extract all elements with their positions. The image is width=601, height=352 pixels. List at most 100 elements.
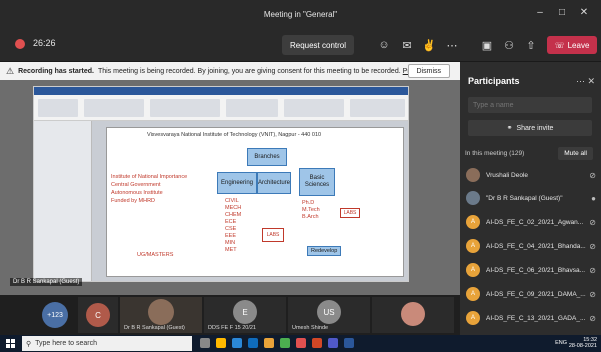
participant-row[interactable]: A AI-DS_FE_C_04_20/21_Bhanda... ⊘ bbox=[466, 236, 596, 256]
avatar: A bbox=[466, 263, 480, 277]
gallery-tile-c[interactable]: C bbox=[78, 297, 118, 333]
red-list-0: CIVIL bbox=[225, 198, 239, 204]
word-icon[interactable] bbox=[344, 338, 354, 348]
powerpoint-icon[interactable] bbox=[312, 338, 322, 348]
gallery-tile-e[interactable]: E DDS FE F 15 20/21 bbox=[204, 297, 286, 333]
chrome-icon[interactable] bbox=[280, 338, 290, 348]
slide-thumbnails bbox=[34, 121, 92, 281]
participant-row[interactable]: A AI-DS_FE_C_02_20/21_Agwan... ⊘ bbox=[466, 212, 596, 232]
close-icon[interactable]: ✕ bbox=[573, 6, 595, 20]
windows-start-icon[interactable] bbox=[6, 339, 15, 348]
red-line-3: Autonomous Institute bbox=[111, 190, 163, 196]
avatar: A bbox=[466, 239, 480, 253]
share-invite-label: Share invite bbox=[516, 124, 554, 132]
language-indicator[interactable]: ENG bbox=[555, 340, 567, 346]
store-icon[interactable] bbox=[248, 338, 258, 348]
mic-icon: ● bbox=[591, 193, 596, 203]
request-control-button[interactable]: Request control bbox=[282, 35, 354, 55]
people-icon[interactable]: ☺ bbox=[375, 36, 393, 54]
avatar bbox=[466, 168, 480, 182]
participant-row[interactable]: A AI-DS_FE_C_13_20/21_GADA_... ⊘ bbox=[466, 308, 596, 328]
share-icon[interactable]: ⇧ bbox=[522, 36, 540, 54]
app-icon[interactable] bbox=[296, 338, 306, 348]
more-icon[interactable]: ⋯ bbox=[443, 36, 461, 54]
participant-name: AI-DS_FE_C_04_20/21_Bhanda... bbox=[486, 242, 586, 250]
mic-off-icon: ⊘ bbox=[589, 170, 596, 180]
file-explorer-icon[interactable] bbox=[216, 338, 226, 348]
ppt-ribbon bbox=[34, 95, 408, 121]
shared-screen: Visvesvaraya National Institute of Techn… bbox=[0, 80, 460, 295]
mic-off-icon[interactable]: ⚇ bbox=[500, 36, 518, 54]
share-invite-button[interactable]: ⚭ Share invite bbox=[468, 120, 592, 136]
avatar: US bbox=[317, 300, 341, 324]
task-view-icon[interactable] bbox=[200, 338, 210, 348]
tile-label: Dr B R Sankapal (Guest) bbox=[124, 325, 185, 331]
mute-all-button[interactable]: Mute all bbox=[558, 147, 593, 160]
in-meeting-count[interactable]: In this meeting (129) bbox=[465, 150, 524, 157]
mic-off-icon: ⊘ bbox=[589, 217, 596, 227]
taskbar-search[interactable]: ⚲ Type here to search bbox=[22, 336, 192, 351]
meeting-toolbar: 26:26 Request control ☺ ✉ ✌ ⋯ ▣ ⚇ ⇧ ☏ Le… bbox=[0, 28, 601, 62]
leave-button[interactable]: ☏ Leave bbox=[547, 36, 597, 54]
dismiss-button[interactable]: Dismiss bbox=[407, 64, 450, 78]
minimize-icon[interactable]: – bbox=[529, 6, 551, 20]
gallery-tile-video[interactable]: Dr B R Sankapal (Guest) bbox=[120, 297, 202, 333]
maximize-icon[interactable]: □ bbox=[551, 6, 573, 20]
redevelop-box: Redevelop bbox=[307, 246, 342, 256]
slide-header: Visvesvaraya National Institute of Techn… bbox=[147, 132, 322, 138]
participant-search-input[interactable] bbox=[468, 97, 592, 113]
close-icon[interactable]: ✕ bbox=[587, 76, 595, 86]
ug-masters: UG/MASTERS bbox=[137, 252, 174, 258]
window-title: Meeting in "General" bbox=[263, 9, 338, 19]
participant-row[interactable]: A AI-DS_FE_C_06_20/21_Bhavsa... ⊘ bbox=[466, 260, 596, 280]
participant-row[interactable]: "Dr B R Sankapal (Guest)" ● bbox=[466, 188, 596, 208]
share-icon: ⚭ bbox=[506, 125, 513, 132]
teams-meeting-window: Meeting in "General" – □ ✕ 26:26 Request… bbox=[0, 0, 601, 352]
right-list-2: B.Arch bbox=[302, 214, 319, 220]
participant-name: AI-DS_FE_C_06_20/21_Bhavsa... bbox=[486, 266, 586, 274]
ug-box: LABS bbox=[262, 228, 284, 242]
folder-icon[interactable] bbox=[264, 338, 274, 348]
phone-icon: ☏ bbox=[554, 40, 565, 50]
reactions-icon[interactable]: ✌ bbox=[420, 36, 438, 54]
camera-icon[interactable]: ▣ bbox=[478, 36, 496, 54]
clock-date: 28-08-2021 bbox=[568, 343, 597, 349]
mic-off-icon: ⊘ bbox=[589, 241, 596, 251]
banner-text: This meeting is being recorded. By joini… bbox=[97, 67, 401, 75]
teams-icon[interactable] bbox=[328, 338, 338, 348]
mic-off-icon: ⊘ bbox=[589, 289, 596, 299]
overflow-count[interactable]: +123 bbox=[42, 302, 68, 328]
red-list-4: CSE bbox=[225, 226, 237, 232]
presenter-label: Dr B R Sankapal (Guest) bbox=[10, 278, 83, 286]
more-icon[interactable]: ⋯ bbox=[576, 76, 585, 86]
avatar bbox=[401, 302, 425, 326]
tile-label: Umesh Shinde bbox=[292, 325, 329, 331]
meeting-timer: 26:26 bbox=[33, 38, 56, 48]
labs-box: LABS bbox=[340, 208, 360, 218]
edge-icon[interactable] bbox=[232, 338, 242, 348]
title-bar: Meeting in "General" – □ ✕ bbox=[0, 0, 601, 28]
ppt-title-bar bbox=[34, 87, 408, 95]
avatar: A bbox=[466, 287, 480, 301]
participants-panel: Participants ⋯ ✕ ⚭ Share invite In this … bbox=[460, 62, 601, 335]
participant-row[interactable]: A AI-DS_FE_C_09_20/21_DAMA_... ⊘ bbox=[466, 284, 596, 304]
avatar: A bbox=[466, 215, 480, 229]
slide: Visvesvaraya National Institute of Techn… bbox=[106, 127, 404, 277]
right-list-0: Ph.D bbox=[302, 200, 315, 206]
video-gallery: +123 C Dr B R Sankapal (Guest) E DDS FE … bbox=[0, 295, 460, 335]
gallery-tile-us[interactable]: US Umesh Shinde bbox=[288, 297, 370, 333]
powerpoint-window: Visvesvaraya National Institute of Techn… bbox=[33, 86, 409, 282]
red-list-7: MET bbox=[225, 247, 237, 253]
avatar: C bbox=[86, 303, 110, 327]
red-line-2: Central Government bbox=[111, 182, 161, 188]
avatar bbox=[148, 299, 174, 325]
architecture-box: Architecture bbox=[257, 172, 291, 194]
leave-label: Leave bbox=[567, 40, 590, 50]
participant-row[interactable]: Vrushali Deole ⊘ bbox=[466, 165, 596, 185]
red-list-3: ECE bbox=[225, 219, 237, 225]
clock[interactable]: 15:32 28-08-2021 bbox=[569, 337, 597, 349]
gallery-tile-photo[interactable] bbox=[372, 297, 454, 333]
branches-box: Branches bbox=[247, 148, 287, 166]
chat-icon[interactable]: ✉ bbox=[398, 36, 416, 54]
avatar bbox=[466, 191, 480, 205]
